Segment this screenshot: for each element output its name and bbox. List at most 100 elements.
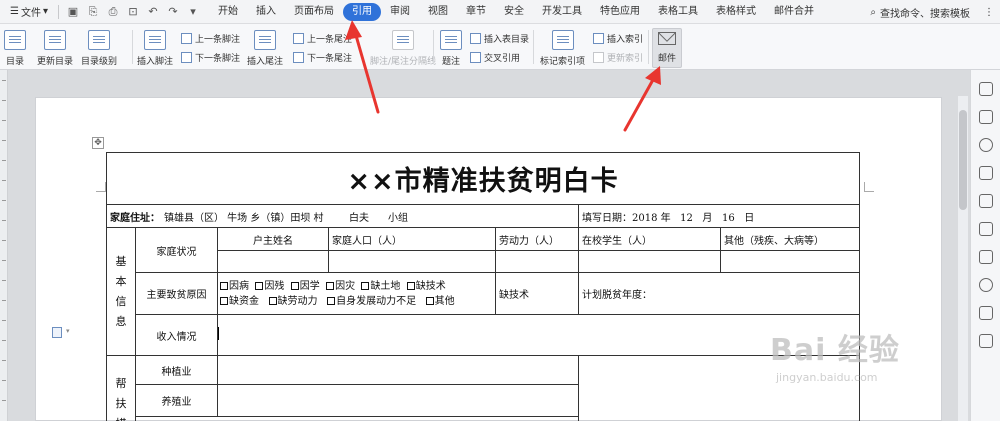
backup-icon[interactable] bbox=[978, 250, 993, 264]
divider bbox=[648, 30, 649, 64]
date-cell[interactable]: 填写日期： 2018 年 12 月 16 日 bbox=[578, 204, 860, 228]
reason-option[interactable]: 自身发展动力不足 bbox=[327, 296, 416, 307]
header-other[interactable]: 其他（残疾、大病等） bbox=[720, 227, 860, 251]
header-family-size[interactable]: 家庭人口（人） bbox=[328, 227, 496, 251]
cross-reference-button[interactable]: 交叉引用 bbox=[470, 51, 520, 64]
value-family-size[interactable] bbox=[328, 250, 496, 273]
reason-option[interactable]: 缺技术 bbox=[406, 281, 446, 292]
vertical-scrollbar[interactable] bbox=[958, 96, 968, 421]
ribbon-references: 目录 更新目录 目录级别 插入脚注 上一条脚注 下一条脚注 插入尾注 上一条尾注… bbox=[0, 24, 1000, 70]
redo-icon[interactable]: ↷ bbox=[165, 4, 181, 20]
shape-icon[interactable] bbox=[978, 138, 993, 152]
toc-level-button[interactable]: 目录级别 bbox=[81, 30, 117, 67]
reason-option[interactable]: 缺土地 bbox=[361, 281, 400, 292]
income-label[interactable]: 收入情况 bbox=[135, 314, 218, 356]
translate-icon[interactable] bbox=[978, 222, 993, 236]
note-separator-button[interactable]: 脚注/尾注分隔线 bbox=[370, 30, 436, 67]
more-icon[interactable]: ⋮ bbox=[984, 7, 994, 18]
insert-table-of-figures-button[interactable]: 插入表目录 bbox=[470, 32, 529, 45]
tab-table-style[interactable]: 表格样式 bbox=[707, 3, 765, 21]
table-move-handle[interactable]: ✥ bbox=[92, 137, 104, 149]
update-toc-button[interactable]: 更新目录 bbox=[37, 30, 73, 67]
value-householder[interactable] bbox=[217, 250, 329, 273]
reason-option[interactable]: 因病 bbox=[220, 281, 249, 292]
header-students[interactable]: 在校学生（人） bbox=[578, 227, 721, 251]
insert-footnote-button[interactable]: 插入脚注 bbox=[137, 30, 173, 67]
file-menu[interactable]: ☰ 文件 ▾ bbox=[4, 0, 54, 24]
family-status-label[interactable]: 家庭状况 bbox=[135, 227, 218, 273]
next-endnote-button[interactable]: 下一条尾注 bbox=[293, 51, 352, 64]
caption-button[interactable]: 题注 bbox=[440, 30, 462, 67]
customize-icon[interactable]: ▾ bbox=[185, 4, 201, 20]
header-householder[interactable]: 户主姓名 bbox=[217, 227, 329, 251]
reason-option[interactable]: 因灾 bbox=[326, 281, 355, 292]
reason-option[interactable]: 其他 bbox=[425, 296, 455, 307]
breeding-value[interactable] bbox=[217, 384, 579, 417]
tab-insert[interactable]: 插入 bbox=[247, 3, 285, 21]
section-basic-info[interactable]: 基本信息 bbox=[106, 227, 136, 356]
prev-footnote-button[interactable]: 上一条脚注 bbox=[181, 32, 240, 45]
toc-button[interactable]: 目录 bbox=[4, 30, 26, 67]
toc-icon bbox=[4, 30, 26, 50]
paragraph-options-icon[interactable] bbox=[52, 327, 62, 338]
plan-year-label[interactable]: 计划脱贫年度： bbox=[578, 272, 860, 315]
planting-label[interactable]: 种植业 bbox=[135, 355, 218, 385]
settings-icon[interactable] bbox=[978, 334, 993, 348]
reason-row-1: 因病 因残 因学 因灾 缺土地 缺技术 bbox=[220, 279, 446, 294]
tab-review[interactable]: 审阅 bbox=[381, 3, 419, 21]
prev-footnote-icon bbox=[181, 33, 192, 44]
poverty-reason-options[interactable]: 因病 因残 因学 因灾 缺土地 缺技术 缺资金 缺劳动力 自身发展动力不足 其他 bbox=[217, 272, 496, 315]
tab-developer[interactable]: 开发工具 bbox=[533, 3, 591, 21]
planting-value[interactable] bbox=[217, 355, 579, 385]
save-icon[interactable]: ▣ bbox=[65, 4, 81, 20]
tab-home[interactable]: 开始 bbox=[209, 3, 247, 21]
tab-references[interactable]: 引用 bbox=[343, 2, 381, 21]
scrollbar-thumb[interactable] bbox=[959, 110, 967, 210]
style-icon[interactable] bbox=[978, 82, 993, 96]
reason-option[interactable]: 因残 bbox=[255, 281, 284, 292]
value-labor[interactable] bbox=[495, 250, 579, 273]
insert-endnote-button[interactable]: 插入尾注 bbox=[247, 30, 283, 67]
breeding-label[interactable]: 养殖业 bbox=[135, 384, 218, 417]
income-value[interactable] bbox=[217, 314, 860, 356]
section-help-measures[interactable]: 帮扶措 bbox=[106, 355, 136, 421]
value-students[interactable] bbox=[578, 250, 721, 273]
poverty-reason-label[interactable]: 主要致贫原因 bbox=[135, 272, 218, 315]
properties-icon[interactable] bbox=[978, 166, 993, 180]
print-icon[interactable]: ⎙ bbox=[105, 4, 121, 20]
chevron-down-icon[interactable]: ▾ bbox=[66, 327, 70, 335]
selected-reason[interactable]: 缺技术 bbox=[495, 272, 579, 315]
mark-index-entry-button[interactable]: 标记索引项 bbox=[540, 30, 585, 67]
update-index-button[interactable]: 更新索引 bbox=[593, 51, 643, 64]
address-cell[interactable]: 家庭住址： 镇雄县（区） 牛场 乡（镇）田坝 村 白夫 小组 bbox=[106, 204, 579, 228]
insert-index-button[interactable]: 插入索引 bbox=[593, 32, 643, 45]
tab-security[interactable]: 安全 bbox=[495, 3, 533, 21]
share-icon[interactable] bbox=[978, 278, 993, 292]
tab-view[interactable]: 视图 bbox=[419, 3, 457, 21]
reason-option[interactable]: 缺劳动力 bbox=[268, 296, 318, 307]
export-icon[interactable]: ⎘ bbox=[85, 4, 101, 20]
watermark-sub: jingyan.baidu.com bbox=[776, 371, 878, 384]
print-preview-icon[interactable]: ⊡ bbox=[125, 4, 141, 20]
command-search[interactable]: ⌕ 查找命令、搜索模板 ⋮ bbox=[870, 0, 994, 24]
header-labor[interactable]: 劳动力（人） bbox=[495, 227, 579, 251]
next-footnote-button[interactable]: 下一条脚注 bbox=[181, 51, 240, 64]
tab-section[interactable]: 章节 bbox=[457, 3, 495, 21]
help-icon[interactable] bbox=[978, 306, 993, 320]
document-title[interactable]: ××市精准扶贫明白卡 bbox=[106, 152, 860, 204]
tab-mail-merge[interactable]: 邮件合并 bbox=[765, 3, 823, 21]
tab-page-layout[interactable]: 页面布局 bbox=[285, 3, 343, 21]
reason-option[interactable]: 缺资金 bbox=[220, 296, 259, 307]
tab-features[interactable]: 特色应用 bbox=[591, 3, 649, 21]
hamburger-icon: ☰ bbox=[10, 6, 19, 17]
prev-endnote-button[interactable]: 上一条尾注 bbox=[293, 32, 352, 45]
margin-mark bbox=[96, 182, 106, 192]
checkbox-icon bbox=[425, 296, 434, 305]
limit-icon[interactable] bbox=[978, 194, 993, 208]
value-other[interactable] bbox=[720, 250, 860, 273]
select-icon[interactable] bbox=[978, 110, 993, 124]
reason-option[interactable]: 因学 bbox=[290, 281, 320, 292]
mail-button[interactable]: 邮件 bbox=[652, 28, 682, 68]
tab-table-tools[interactable]: 表格工具 bbox=[649, 3, 707, 21]
undo-icon[interactable]: ↶ bbox=[145, 4, 161, 20]
